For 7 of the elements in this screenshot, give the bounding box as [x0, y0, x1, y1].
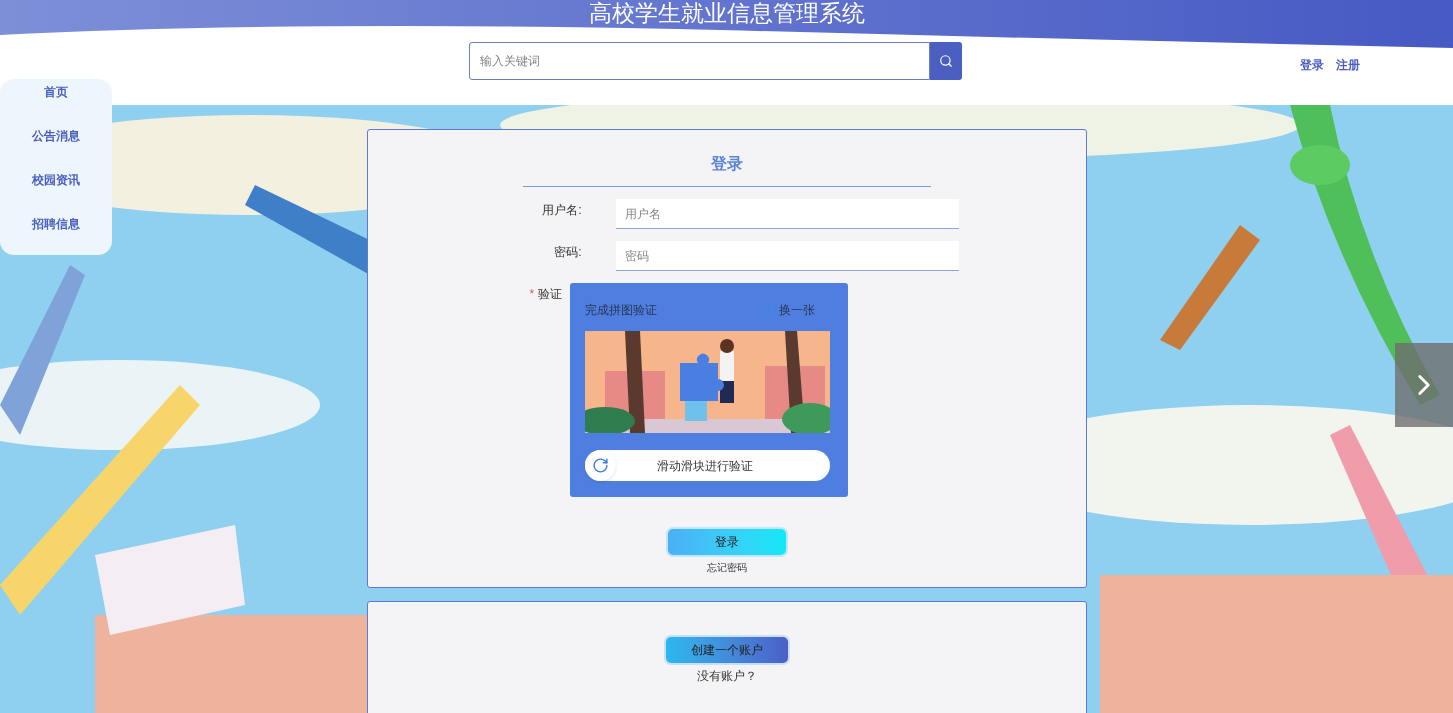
site-title: 高校学生就业信息管理系统 [588, 0, 865, 26]
header-link[interactable]: 登录 [1300, 56, 1324, 74]
header-link[interactable]: 注册 [1336, 56, 1360, 74]
search-button[interactable] [930, 42, 962, 80]
search-field[interactable]: 输入关键词 [469, 42, 930, 80]
search-icon [939, 54, 953, 68]
nav-item[interactable]: 首页 [44, 83, 68, 101]
